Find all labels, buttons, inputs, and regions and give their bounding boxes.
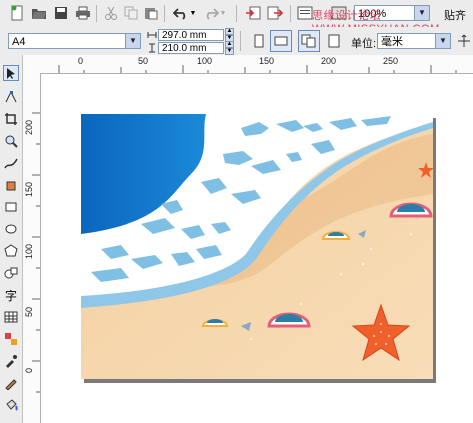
eyedropper-tool-icon[interactable] <box>3 353 19 369</box>
interactive-blend-tool-icon[interactable] <box>3 331 19 347</box>
shell-1 <box>389 202 433 218</box>
units-label: 单位: <box>351 38 377 50</box>
chevron-down-icon[interactable]: ▼ <box>219 4 227 22</box>
property-bar: A4 ▼ 297.0 mm ▲ ▼ 210.0 mm ▲ ▼ 单位: 毫米 ▼ <box>0 27 473 56</box>
fill-tool-icon[interactable] <box>3 397 19 413</box>
horizontal-ruler[interactable]: 0 50 100 150 200 250 <box>22 55 473 74</box>
portrait-orientation-icon[interactable] <box>250 32 268 50</box>
chevron-down-icon: ▼ <box>435 34 450 48</box>
ruler-label: 50 <box>24 306 34 317</box>
page-width-spinner[interactable]: ▲ ▼ <box>225 28 234 42</box>
crop-tool-icon[interactable] <box>3 111 19 127</box>
export-icon[interactable] <box>266 4 284 22</box>
page-width-input[interactable]: 297.0 mm <box>158 29 224 41</box>
ruler-label: 200 <box>321 56 337 66</box>
paste-icon[interactable] <box>142 4 160 22</box>
shape-tool-icon[interactable] <box>3 89 19 105</box>
rectangle-tool-icon[interactable] <box>3 199 19 215</box>
toolbox: 字 <box>0 55 23 423</box>
outline-tool-icon[interactable] <box>3 375 19 391</box>
current-page-icon[interactable] <box>325 32 343 50</box>
cut-icon[interactable] <box>102 4 120 22</box>
drawing-canvas[interactable] <box>41 74 473 423</box>
polygon-tool-icon[interactable] <box>3 243 19 259</box>
shell-3 <box>321 231 351 240</box>
paper-size-value: A4 <box>12 36 26 48</box>
zoom-tool-icon[interactable] <box>3 133 19 149</box>
chevron-down-icon: ▼ <box>125 34 140 48</box>
ellipse-tool-icon[interactable] <box>3 221 19 237</box>
standard-toolbar: ▼ ▼ 100% ▼ 贴齐 思缘设计论坛 WWW.MISSYUAN.COM <box>0 0 473 35</box>
new-document-icon[interactable] <box>8 4 26 22</box>
open-folder-icon[interactable] <box>30 4 48 22</box>
table-tool-icon[interactable] <box>3 309 19 325</box>
text-tool-icon[interactable]: 字 <box>3 287 19 303</box>
page-height-icon <box>146 42 158 54</box>
smart-fill-tool-icon[interactable] <box>3 177 19 193</box>
freehand-tool-icon[interactable] <box>3 155 19 171</box>
ruler-label: 0 <box>78 56 84 66</box>
units-select[interactable]: 毫米 ▼ <box>377 33 451 49</box>
ruler-label: 200 <box>24 119 34 135</box>
copy-icon[interactable] <box>122 4 140 22</box>
all-pages-icon[interactable] <box>298 30 320 52</box>
save-icon[interactable] <box>52 4 70 22</box>
ruler-label: 50 <box>138 56 149 66</box>
landscape-orientation-icon[interactable] <box>270 30 292 52</box>
beach-illustration[interactable] <box>81 114 434 379</box>
pick-tool-icon[interactable] <box>3 65 19 81</box>
page-width-icon <box>146 29 158 41</box>
chevron-down-icon[interactable]: ▼ <box>189 4 197 22</box>
ruler-label: 100 <box>197 56 213 66</box>
undo-icon[interactable] <box>172 4 190 22</box>
nudge-distance-icon[interactable] <box>455 32 473 50</box>
ruler-label: 150 <box>24 181 34 197</box>
import-icon[interactable] <box>244 4 262 22</box>
ruler-label: 150 <box>259 56 275 66</box>
page-height-spinner[interactable]: ▲ ▼ <box>225 41 234 55</box>
units-value: 毫米 <box>381 36 403 48</box>
shell-2 <box>267 312 311 328</box>
ruler-label: 100 <box>24 243 34 259</box>
ruler-label: 250 <box>383 56 399 66</box>
page-height-input[interactable]: 210.0 mm <box>158 42 224 54</box>
ruler-label: 0 <box>24 367 34 373</box>
basic-shapes-tool-icon[interactable] <box>3 265 19 281</box>
paper-size-select[interactable]: A4 ▼ <box>8 33 141 49</box>
redo-icon[interactable] <box>202 4 220 22</box>
vertical-ruler[interactable]: 200 150 100 50 0 <box>22 73 41 423</box>
print-icon[interactable] <box>74 4 92 22</box>
